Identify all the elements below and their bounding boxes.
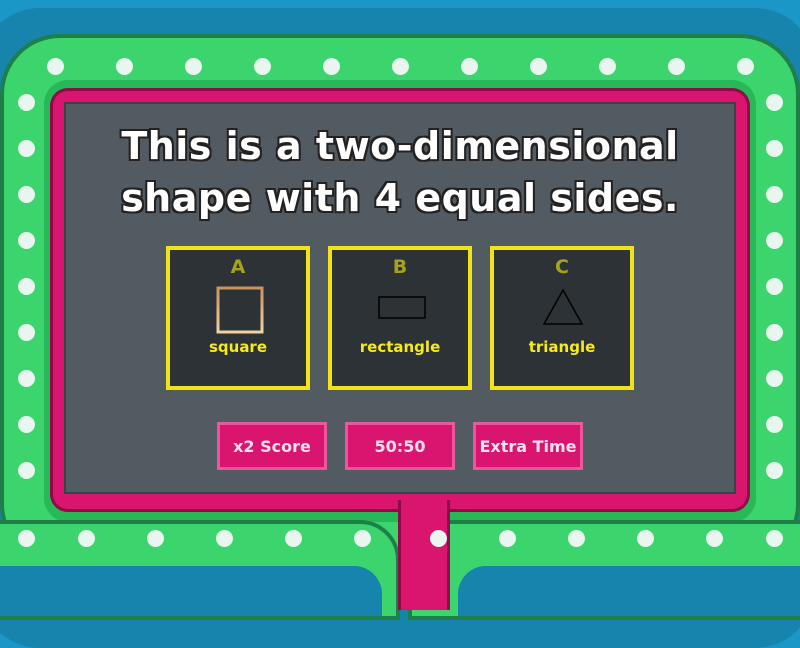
light-bulb [766, 94, 783, 111]
fifty-fifty-button[interactable]: 50:50 [345, 422, 455, 470]
light-bulb [18, 232, 35, 249]
light-bulb [706, 530, 723, 547]
rectangle-icon [378, 296, 426, 319]
light-bulb [499, 530, 516, 547]
light-bulb [766, 416, 783, 433]
light-bulb [18, 416, 35, 433]
light-bulb [18, 186, 35, 203]
light-bulb [254, 58, 271, 75]
answer-letter: C [555, 256, 569, 278]
answer-letter: A [230, 256, 246, 278]
light-bulb [766, 324, 783, 341]
square-icon [216, 286, 264, 334]
light-bulb [430, 530, 447, 547]
light-bulb [18, 530, 35, 547]
light-bulb [18, 140, 35, 157]
light-bulb [737, 58, 754, 75]
light-bulb [18, 462, 35, 479]
question-text: This is a two-dimensional shape with 4 e… [121, 124, 679, 220]
light-bulb [18, 94, 35, 111]
board-stand [398, 500, 450, 610]
light-bulb [47, 58, 64, 75]
answer-letter: B [392, 256, 408, 278]
light-bulb [461, 58, 478, 75]
double-score-button[interactable]: x2 Score [217, 422, 327, 470]
stage-floor-right [458, 566, 800, 616]
light-bulb [285, 530, 302, 547]
light-bulb [766, 232, 783, 249]
light-bulb [766, 530, 783, 547]
answer-label: triangle [528, 338, 596, 356]
light-bulb [18, 324, 35, 341]
triangle-icon [542, 288, 584, 325]
light-bulb [392, 58, 409, 75]
light-bulb [18, 278, 35, 295]
light-bulb [216, 530, 233, 547]
light-bulb [766, 462, 783, 479]
light-bulb [766, 140, 783, 157]
light-bulb [766, 370, 783, 387]
stage-floor-left [0, 566, 382, 616]
light-bulb [323, 58, 340, 75]
answer-option-c[interactable]: C triangle [490, 246, 634, 390]
light-bulb [766, 278, 783, 295]
light-bulb [354, 530, 371, 547]
light-bulb [116, 58, 133, 75]
answer-label: rectangle [359, 338, 441, 356]
light-bulb [185, 58, 202, 75]
light-bulb [599, 58, 616, 75]
light-bulb [766, 186, 783, 203]
light-bulb [78, 530, 95, 547]
light-bulb [568, 530, 585, 547]
light-bulb [668, 58, 685, 75]
light-bulb [18, 370, 35, 387]
answer-label: square [208, 338, 268, 356]
answer-option-b[interactable]: B rectangle [328, 246, 472, 390]
light-bulb [530, 58, 547, 75]
extra-time-button[interactable]: Extra Time [473, 422, 583, 470]
light-bulb [147, 530, 164, 547]
answer-option-a[interactable]: A square [166, 246, 310, 390]
light-bulb [637, 530, 654, 547]
